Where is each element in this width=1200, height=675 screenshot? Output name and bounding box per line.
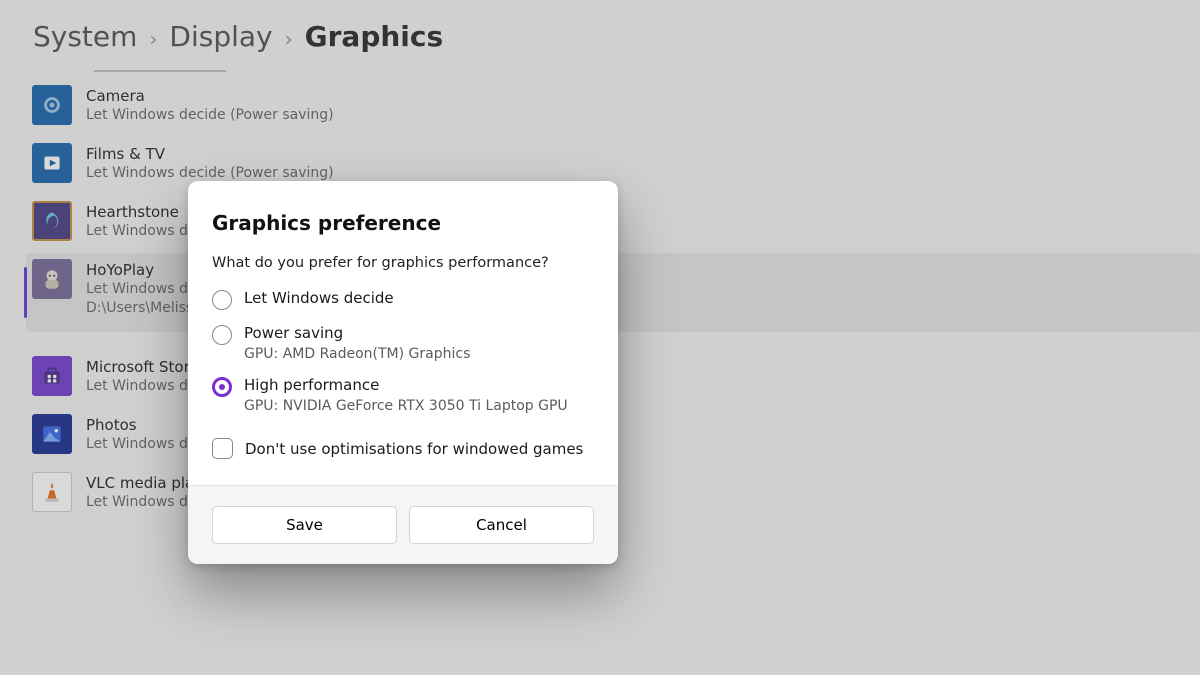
films-icon [32,143,72,183]
hoyoplay-icon [32,259,72,299]
camera-icon [32,85,72,125]
radio-sub: GPU: NVIDIA GeForce RTX 3050 Ti Laptop G… [244,398,568,414]
hearthstone-icon [32,201,72,241]
radio-label: Power saving [244,324,470,342]
radio-sub: GPU: AMD Radeon(TM) Graphics [244,346,470,362]
radio-label: Let Windows decide [244,289,394,307]
tab-indicator [94,70,226,72]
breadcrumb-graphics: Graphics [305,20,444,53]
breadcrumb-display[interactable]: Display [169,20,272,53]
app-subtitle: Let Windows decide (Power saving) [86,107,334,123]
checkbox-label: Don't use optimisations for windowed gam… [245,440,583,458]
radio-icon [212,325,232,345]
checkbox-windowed-optimisations[interactable]: Don't use optimisations for windowed gam… [212,438,594,459]
radio-icon [212,377,232,397]
dialog-title: Graphics preference [212,211,594,235]
radio-power-saving[interactable]: Power saving GPU: AMD Radeon(TM) Graphic… [212,324,594,362]
graphics-preference-dialog: Graphics preference What do you prefer f… [188,181,618,564]
checkbox-icon [212,438,233,459]
microsoft-store-icon [32,356,72,396]
breadcrumb: System › Display › Graphics [0,0,1200,69]
radio-icon [212,290,232,310]
breadcrumb-system[interactable]: System [33,20,137,53]
save-button[interactable]: Save [212,506,397,544]
app-row-camera[interactable]: Camera Let Windows decide (Power saving) [26,79,1200,137]
radio-let-windows-decide[interactable]: Let Windows decide [212,289,594,310]
dialog-footer: Save Cancel [188,485,618,564]
photos-icon [32,414,72,454]
breadcrumb-separator: › [285,27,293,51]
breadcrumb-separator: › [149,27,157,51]
vlc-icon [32,472,72,512]
radio-high-performance[interactable]: High performance GPU: NVIDIA GeForce RTX… [212,376,594,414]
cancel-button[interactable]: Cancel [409,506,594,544]
app-subtitle: Let Windows decide (Power saving) [86,165,334,181]
app-name: Films & TV [86,145,334,163]
app-name: Camera [86,87,334,105]
dialog-question: What do you prefer for graphics performa… [212,255,594,271]
radio-label: High performance [244,376,568,394]
